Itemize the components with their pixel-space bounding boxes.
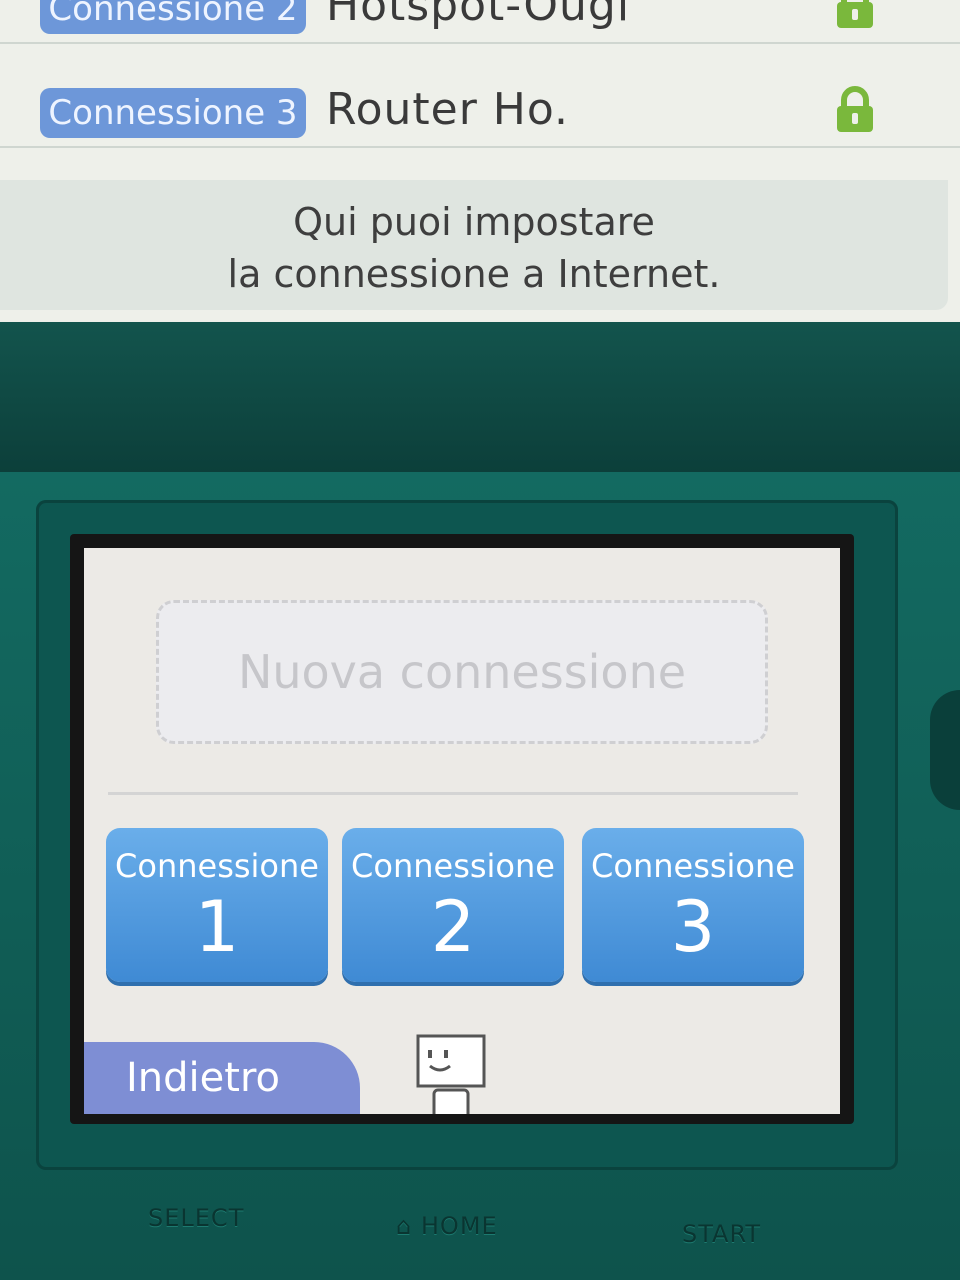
lock-icon [837,0,873,28]
home-button-label: HOME [420,1212,498,1240]
connection-name-3: Router Ho. [326,84,570,135]
slot-label: Connessione [351,847,555,885]
connection-2-button[interactable]: Connessione 2 [342,828,564,982]
slot-label: Connessione [591,847,795,885]
back-button[interactable]: Indietro [84,1042,360,1114]
info-line-1: Qui puoi impostare [293,200,655,244]
connection-tag-3: Connessione 3 [40,88,306,138]
top-screen: Connessione 2 Hotspot-Ougi Connessione 3… [0,0,960,322]
connection-1-button[interactable]: Connessione 1 [106,828,328,982]
slot-label: Connessione [115,847,319,885]
start-button-label[interactable]: START [682,1220,761,1248]
info-line-2: la connessione a Internet. [227,252,721,296]
lock-icon [837,86,873,132]
connection-row-3: Connessione 3 Router Ho. [0,74,960,148]
connection-tag-2: Connessione 2 [40,0,306,34]
connection-3-button[interactable]: Connessione 3 [582,828,804,982]
slot-number: 2 [430,886,476,968]
connection-name-2: Hotspot-Ougi [326,0,631,31]
divider [108,792,798,795]
home-button[interactable]: ⌂ HOME [396,1212,498,1240]
device-hinge [0,322,960,472]
slot-number: 3 [670,886,716,968]
mascot-icon [416,1034,486,1114]
touch-screen: Nuova connessione Connessione 1 Connessi… [84,548,840,1114]
device-side-control [930,690,960,810]
info-message: Qui puoi impostare la connessione a Inte… [0,180,948,310]
new-connection-button[interactable]: Nuova connessione [156,600,768,744]
home-icon: ⌂ [396,1212,413,1240]
select-button-label[interactable]: SELECT [148,1204,244,1232]
slot-number: 1 [194,886,240,968]
connection-row-2: Connessione 2 Hotspot-Ougi [0,0,960,44]
